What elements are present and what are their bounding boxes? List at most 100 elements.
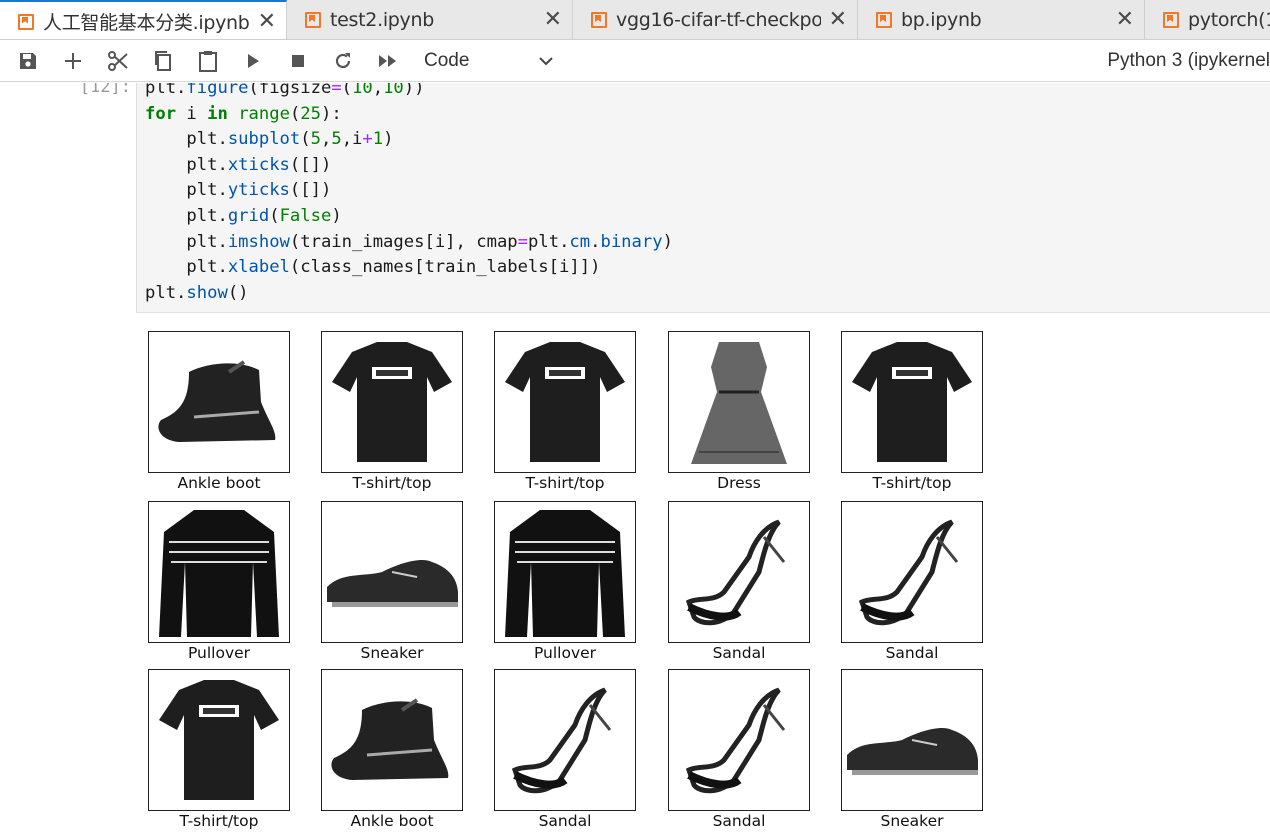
fashion-image xyxy=(841,669,983,811)
fashion-image xyxy=(321,331,463,473)
image-label: Sneaker xyxy=(880,812,944,830)
copy-button[interactable] xyxy=(145,43,181,79)
clothing-image xyxy=(685,519,786,626)
code-line: plt.imshow(train_images[i], cmap=plt.cm.… xyxy=(186,231,673,252)
close-icon[interactable]: ✕ xyxy=(1116,9,1134,31)
chevron-down-icon xyxy=(539,56,553,65)
clothing-image xyxy=(858,519,959,626)
cell-type-select[interactable]: Code xyxy=(424,46,554,76)
code-line: plt.grid(False) xyxy=(186,205,342,226)
image-label: Dress xyxy=(717,474,761,492)
run-icon xyxy=(248,53,259,68)
cut-button[interactable] xyxy=(100,43,136,79)
tab-label: vgg16-cifar-tf-checkpoir xyxy=(616,9,821,31)
clothing-image xyxy=(332,342,452,462)
clothing-image xyxy=(505,510,625,637)
tab-notebook-5[interactable]: pytorch(1) xyxy=(1145,0,1270,39)
notebook-icon xyxy=(876,12,892,28)
kernel-indicator[interactable]: Python 3 (ipykernel xyxy=(1107,40,1270,82)
tab-label: pytorch(1) xyxy=(1188,9,1270,31)
clothing-image xyxy=(327,560,458,607)
save-icon xyxy=(20,52,36,69)
clothing-image xyxy=(159,510,279,637)
notebook-icon xyxy=(591,12,607,28)
fashion-image xyxy=(148,669,290,811)
image-label: Sandal xyxy=(712,644,766,662)
image-label: Sandal xyxy=(538,812,592,830)
copy-icon xyxy=(155,50,171,71)
notebook-icon xyxy=(305,12,321,28)
code-line: plt.xlabel(class_names[train_labels[i]]) xyxy=(186,257,601,278)
fast-forward-icon xyxy=(379,54,396,67)
tab-label: test2.ipynb xyxy=(330,9,435,31)
tab-notebook-4[interactable]: bp.ipynb ✕ xyxy=(858,0,1145,39)
image-label: Ankle boot xyxy=(177,474,261,492)
tab-label: bp.ipynb xyxy=(901,9,982,31)
clothing-image xyxy=(691,342,787,464)
tab-notebook-3[interactable]: vgg16-cifar-tf-checkpoir ✕ xyxy=(573,0,858,39)
fashion-image xyxy=(668,331,810,473)
fashion-image xyxy=(321,501,463,643)
stop-button[interactable] xyxy=(280,43,316,79)
tab-notebook-1[interactable]: 人工智能基本分类.ipynb ✕ xyxy=(0,0,287,39)
notebook-tab-bar: 人工智能基本分类.ipynb ✕ test2.ipynb ✕ vgg16-cif… xyxy=(0,0,1270,40)
paste-button[interactable] xyxy=(190,43,226,79)
restart-button[interactable] xyxy=(325,43,361,79)
clothing-image xyxy=(511,687,612,794)
restart-icon xyxy=(335,52,351,68)
code-text: plt.figure(figsize=(10,10)) for i in rang… xyxy=(145,83,673,306)
cell-type-value: Code xyxy=(424,49,470,71)
fashion-image xyxy=(494,501,636,643)
fashion-image xyxy=(148,331,290,473)
image-label: T-shirt/top xyxy=(872,474,952,492)
run-button[interactable] xyxy=(235,43,271,79)
close-icon[interactable]: ✕ xyxy=(544,9,562,31)
restart-run-all-button[interactable] xyxy=(370,43,406,79)
cell-output: Ankle boot T-shirt/top T-shirt/top Dress T-s… xyxy=(148,331,998,835)
save-button[interactable] xyxy=(10,43,46,79)
close-icon[interactable]: ✕ xyxy=(829,9,847,31)
notebook-icon xyxy=(1163,12,1179,28)
image-label: Pullover xyxy=(187,644,251,662)
code-line: plt.yticks([]) xyxy=(186,180,332,201)
image-label: T-shirt/top xyxy=(179,812,259,830)
fashion-image xyxy=(494,669,636,811)
code-line: plt.xticks([]) xyxy=(186,154,332,175)
notebook-toolbar: Code Python 3 (ipykernel xyxy=(0,40,1270,82)
fashion-image xyxy=(148,501,290,643)
notebook-icon xyxy=(18,13,34,30)
tab-notebook-2[interactable]: test2.ipynb ✕ xyxy=(287,0,573,39)
add-icon xyxy=(65,52,81,69)
code-line: for i in range(25): xyxy=(145,103,342,124)
clothing-image xyxy=(159,680,279,800)
close-icon[interactable]: ✕ xyxy=(258,10,276,33)
add-cell-button[interactable] xyxy=(55,43,91,79)
kernel-name: Python 3 (ipykernel xyxy=(1107,50,1270,71)
clothing-image xyxy=(505,342,625,462)
code-line: plt.figure(figsize=(10,10)) xyxy=(145,83,425,98)
cell-prompt: [12]: xyxy=(79,83,131,97)
code-line: plt.show() xyxy=(145,282,249,303)
image-label: Sneaker xyxy=(360,644,424,662)
fashion-image xyxy=(841,501,983,643)
paste-icon xyxy=(199,50,217,72)
notebook-panel: [12]: plt.figure(figsize=(10,10)) for i i… xyxy=(0,83,1270,835)
clothing-image xyxy=(158,360,276,442)
clothing-image xyxy=(852,342,972,462)
cut-icon xyxy=(108,50,128,71)
stop-icon xyxy=(292,54,304,67)
clothing-image xyxy=(685,687,786,794)
fashion-image xyxy=(841,331,983,473)
fashion-image xyxy=(321,669,463,811)
fashion-image xyxy=(668,669,810,811)
image-label: Ankle boot xyxy=(350,812,434,830)
code-cell-editor[interactable]: plt.figure(figsize=(10,10)) for i in rang… xyxy=(136,83,1270,313)
clothing-image xyxy=(847,728,978,775)
image-label: Sandal xyxy=(885,644,939,662)
fashion-image xyxy=(494,331,636,473)
fashion-image xyxy=(668,501,810,643)
image-label: Sandal xyxy=(712,812,766,830)
image-label: T-shirt/top xyxy=(525,474,605,492)
code-line: plt.subplot(5,5,i+1) xyxy=(186,129,394,150)
image-label: Pullover xyxy=(533,644,597,662)
